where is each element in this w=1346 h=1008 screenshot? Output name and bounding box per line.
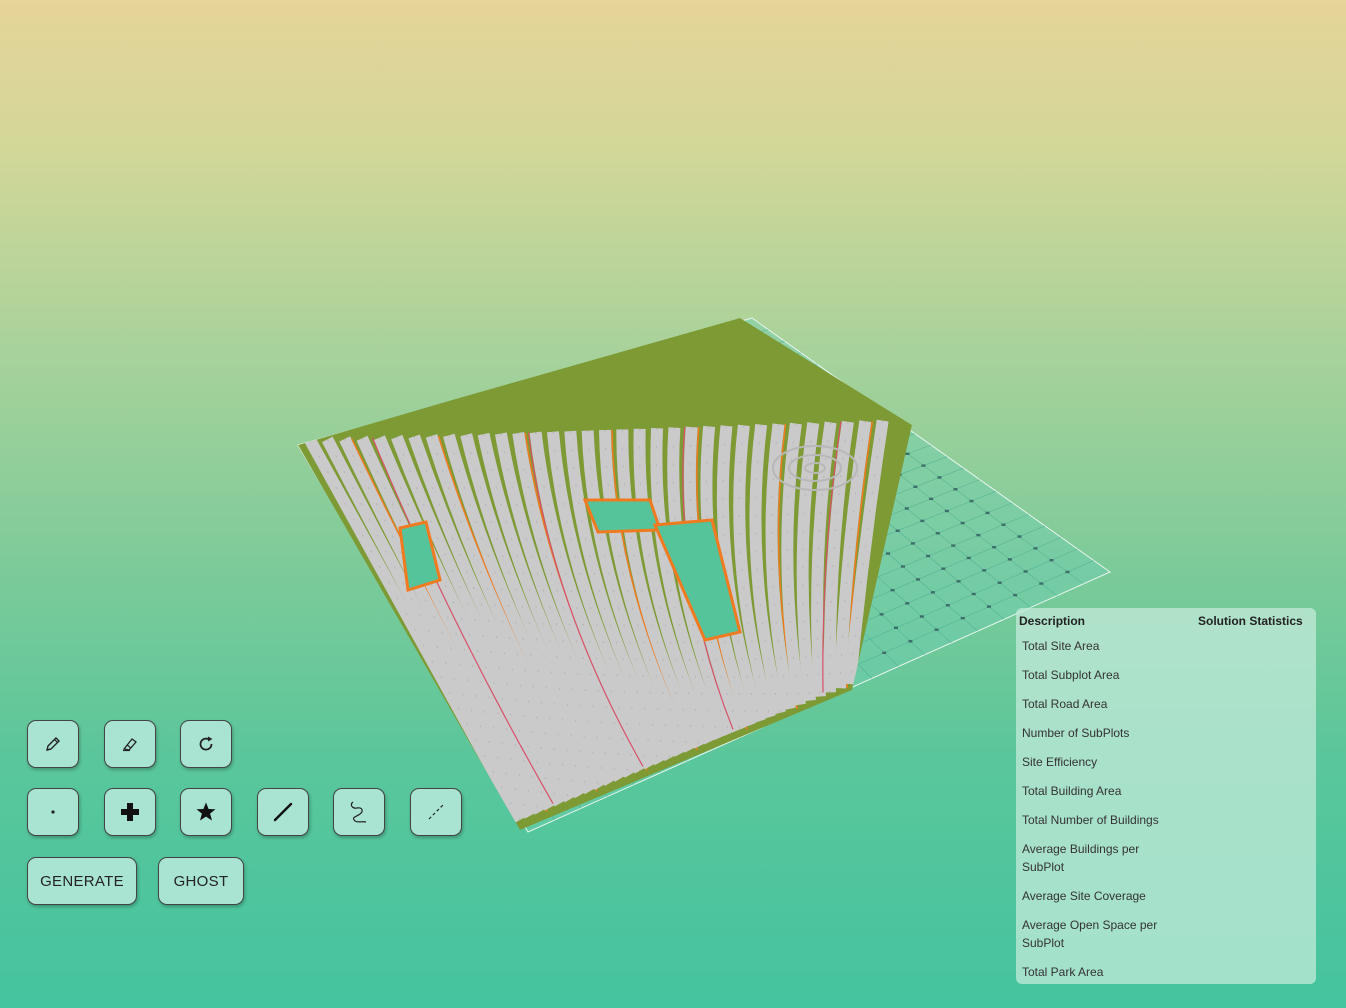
rotate-icon: [196, 734, 216, 754]
stat-row-label: Number of SubPlots: [1022, 726, 1130, 740]
stat-row-label: Total Building Area: [1022, 784, 1122, 798]
dot-icon: [50, 809, 56, 815]
eraser-button[interactable]: [103, 720, 156, 768]
stat-row-label: Average Site Coverage: [1022, 889, 1146, 903]
ghost-button[interactable]: GHOST: [158, 857, 244, 905]
stat-row-label: Total Site Area: [1022, 639, 1100, 653]
dashed-line-icon: [425, 801, 447, 823]
stat-row-label: Total Road Area: [1022, 697, 1108, 711]
star-tool-button[interactable]: [180, 788, 233, 836]
eraser-icon: [121, 735, 139, 753]
line-tool-button[interactable]: [256, 788, 309, 836]
star-icon: [195, 801, 217, 823]
point-tool-button[interactable]: [27, 788, 79, 836]
stat-row-label: Total Subplot Area: [1022, 668, 1120, 682]
pencil-icon: [44, 735, 62, 753]
solution-statistics-panel: Description Solution Statistics Total Si…: [1016, 608, 1316, 984]
squiggle-icon: [347, 799, 371, 825]
reset-button[interactable]: [180, 720, 233, 768]
stat-row-label: Site Efficiency: [1022, 755, 1098, 769]
dashed-line-tool-button[interactable]: [410, 788, 462, 836]
description-column-header: Description: [1019, 614, 1086, 628]
stat-row-label: Average Open Space per SubPlot: [1022, 918, 1158, 950]
site-layout: [298, 318, 912, 830]
line-icon: [272, 801, 294, 823]
stat-row-label: Average Buildings per SubPlot: [1022, 842, 1140, 874]
cross-tool-button[interactable]: [103, 788, 156, 836]
stat-row-label: Total Number of Buildings: [1022, 813, 1159, 827]
statistics-column-header: Solution Statistics: [1198, 614, 1303, 628]
curve-tool-button[interactable]: [333, 788, 386, 836]
plus-icon: [119, 801, 141, 823]
stat-row-label: Total Park Area: [1022, 965, 1104, 979]
generate-button[interactable]: GENERATE: [27, 857, 137, 905]
pencil-button[interactable]: [27, 720, 79, 768]
